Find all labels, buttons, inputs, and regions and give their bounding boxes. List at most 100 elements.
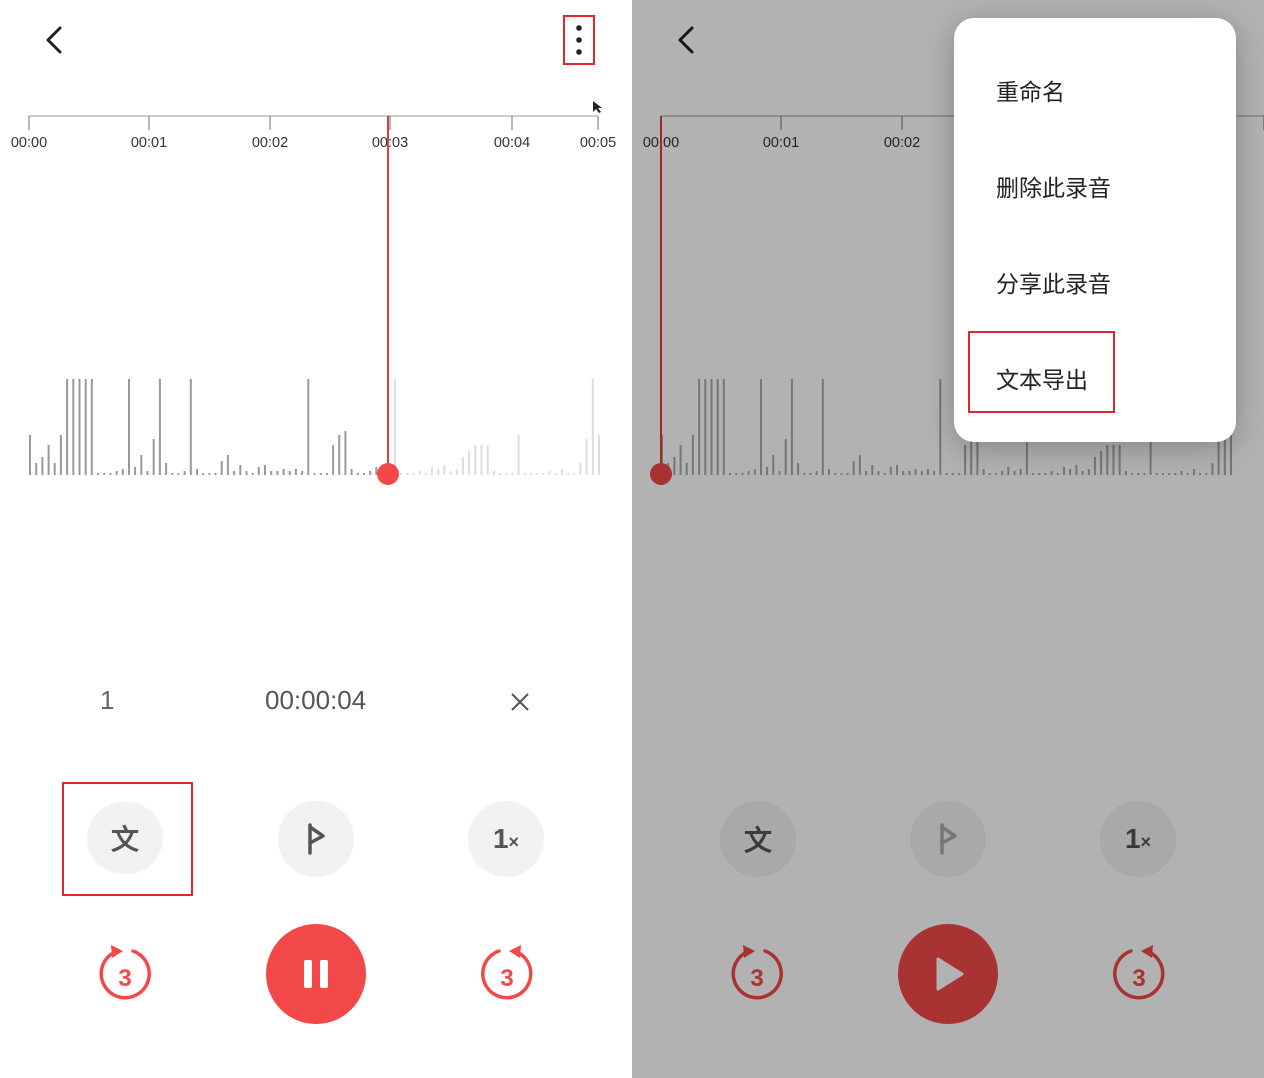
waveform-bar xyxy=(140,455,143,475)
timeline-tick-label: 00:05 xyxy=(579,135,617,151)
waveform-bar xyxy=(307,379,310,475)
waveform-bar xyxy=(220,461,223,475)
options-menu: 重命名 删除此录音 分享此录音 文本导出 xyxy=(954,18,1236,442)
waveform-bar xyxy=(542,473,545,475)
waveform-bar xyxy=(53,463,56,475)
waveform-bar xyxy=(313,473,316,475)
waveform-bar xyxy=(47,445,50,475)
waveform-bar xyxy=(511,473,514,475)
waveform-bar xyxy=(264,465,266,475)
pause-button[interactable] xyxy=(266,924,366,1024)
playback-screen-menu-open: 00:0000:0100:02 文 1× 3 3 重命名 删除此录音 分享此 xyxy=(632,0,1264,1078)
waveform-bar xyxy=(369,471,372,475)
waveform-bar xyxy=(84,379,87,475)
flag-icon xyxy=(308,823,325,855)
waveform-bar xyxy=(35,463,38,475)
waveform-bar xyxy=(573,473,576,475)
speed-value: 1 xyxy=(492,823,509,854)
menu-item-delete[interactable]: 删除此录音 xyxy=(996,169,1111,203)
waveform-bar xyxy=(505,473,508,475)
waveform-bar xyxy=(319,473,322,475)
waveform-bar xyxy=(598,435,600,475)
waveform-bar xyxy=(492,471,495,475)
playhead-handle[interactable] xyxy=(377,463,399,485)
waveform-bar xyxy=(400,473,403,475)
timeline-tick-label: 00:02 xyxy=(251,135,289,151)
waveform-bar xyxy=(158,379,161,475)
waveform-bar xyxy=(121,469,124,475)
waveform-bar xyxy=(468,451,471,475)
waveform-bar xyxy=(449,471,452,475)
timeline-tick-label: 00:03 xyxy=(371,135,409,151)
waveform-bar xyxy=(165,463,168,475)
timeline-ruler xyxy=(28,115,599,130)
playback-screen-playing: 00:00 00:01 00:02 00:03 00:04 00:05 1 00:00:0… xyxy=(0,0,632,1078)
forward-seconds: 3 xyxy=(500,965,513,992)
waveform-bar xyxy=(183,471,186,475)
timeline-tick-label: 00:01 xyxy=(130,135,168,151)
waveform-bar xyxy=(208,473,211,475)
waveform-bar xyxy=(103,473,106,475)
close-icon[interactable] xyxy=(505,687,535,717)
rewind-3s-icon[interactable]: 3 xyxy=(93,940,157,1004)
waveform-bar xyxy=(486,445,489,475)
waveform-bar xyxy=(214,473,217,475)
waveform-bar xyxy=(196,469,198,475)
waveform-bar xyxy=(189,379,192,475)
menu-item-rename[interactable]: 重命名 xyxy=(996,73,1065,107)
waveform[interactable] xyxy=(0,360,632,490)
menu-item-share[interactable]: 分享此录音 xyxy=(996,265,1111,299)
waveform-bar xyxy=(276,471,279,475)
waveform-bar xyxy=(523,473,526,475)
waveform-bar xyxy=(499,473,501,475)
waveform-bar xyxy=(393,379,396,475)
waveform-bar xyxy=(356,473,359,475)
mark-info-row: 1 00:00:04 xyxy=(0,685,632,725)
waveform-bar xyxy=(344,431,347,475)
transcribe-highlight xyxy=(62,782,193,896)
waveform-bar xyxy=(517,435,520,475)
waveform-bar xyxy=(257,467,260,475)
waveform-bar xyxy=(270,471,273,475)
waveform-bar xyxy=(294,469,297,475)
waveform-bar xyxy=(115,471,118,475)
waveform-bar xyxy=(536,473,539,475)
waveform-bar xyxy=(591,379,594,475)
waveform-bar xyxy=(363,473,365,475)
waveform-bar xyxy=(437,469,440,475)
playhead[interactable] xyxy=(387,116,389,476)
waveform-bar xyxy=(29,435,31,475)
add-flag-button[interactable] xyxy=(278,801,354,877)
waveform-bar xyxy=(146,471,149,475)
waveform-bar xyxy=(461,457,464,475)
waveform-bar xyxy=(66,379,69,475)
waveform-bar xyxy=(406,473,409,475)
waveform-bar xyxy=(109,473,112,475)
waveform-bar xyxy=(59,435,62,475)
export-text-highlight xyxy=(968,331,1115,413)
mark-index: 1 xyxy=(100,685,115,715)
waveform-bar xyxy=(78,379,81,475)
rewind-seconds: 3 xyxy=(118,965,131,992)
back-arrow-icon[interactable] xyxy=(36,20,76,60)
waveform-bar xyxy=(474,445,477,475)
waveform-bar xyxy=(128,379,130,475)
waveform-bar xyxy=(97,473,99,475)
waveform-bar xyxy=(567,473,570,475)
waveform-bar xyxy=(152,439,155,475)
waveform-bar xyxy=(233,471,236,475)
waveform-bar xyxy=(585,439,588,475)
waveform-bar xyxy=(288,471,291,475)
pause-icon xyxy=(304,960,328,988)
waveform-bar xyxy=(134,467,137,475)
waveform-bar xyxy=(530,473,532,475)
forward-3s-icon[interactable]: 3 xyxy=(475,940,539,1004)
waveform-bar xyxy=(338,435,341,475)
speed-button[interactable]: 1× xyxy=(468,801,544,877)
waveform-bar xyxy=(325,473,328,475)
waveform-bar xyxy=(480,445,483,475)
timeline-tick-label: 00:00 xyxy=(10,135,48,151)
waveform-bar xyxy=(251,473,254,475)
waveform-bar xyxy=(548,471,551,475)
current-time: 00:00:04 xyxy=(265,685,367,715)
